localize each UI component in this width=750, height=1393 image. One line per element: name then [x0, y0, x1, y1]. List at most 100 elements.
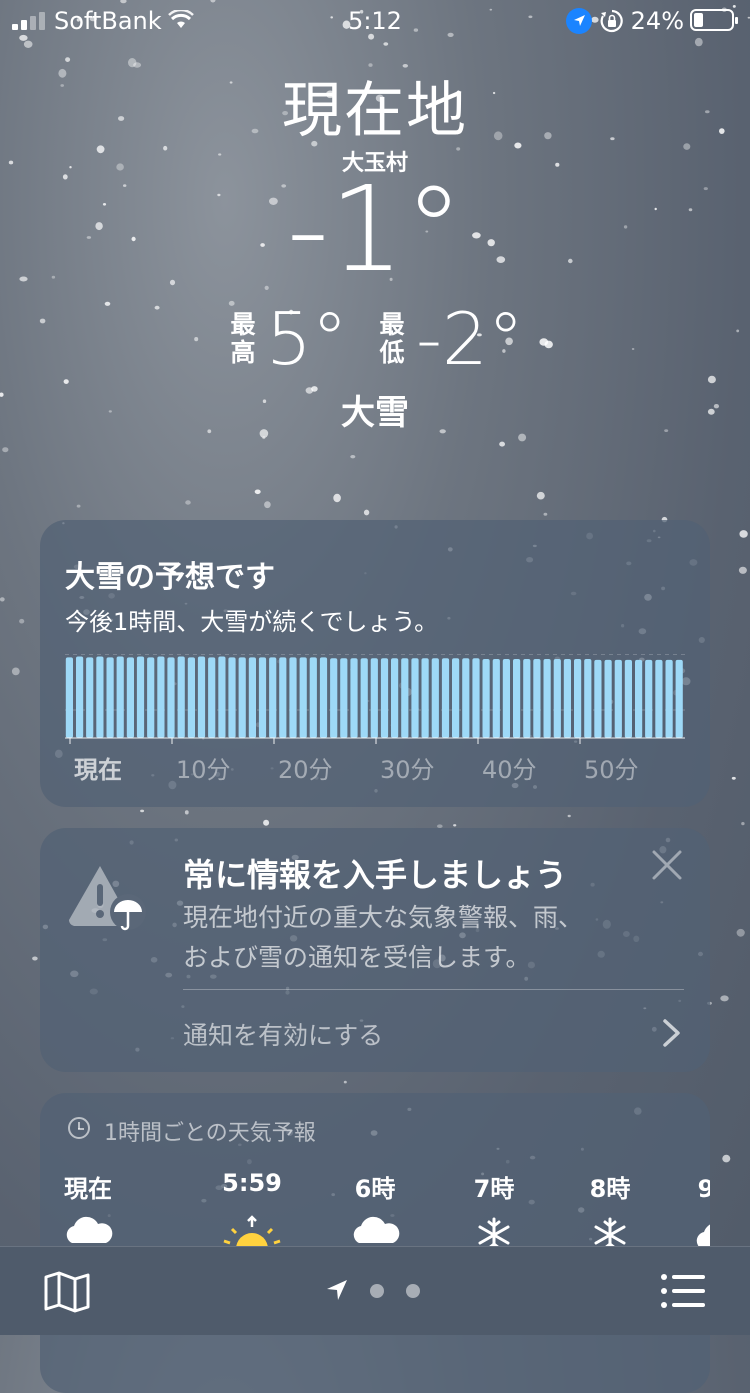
page-dot-1[interactable]	[370, 1284, 384, 1298]
precip-bar	[116, 656, 124, 738]
precip-bar	[401, 658, 409, 738]
hourly-item: 7時	[473, 1175, 515, 1203]
notify-body-line2: および雪の通知を受信します。	[183, 943, 531, 972]
chart-x-label: 現在	[74, 756, 122, 784]
precip-bar	[421, 658, 429, 738]
notify-body-line1: 現在地付近の重大な気象警報、雨、	[183, 903, 584, 932]
precipitation-card[interactable]: 大雪の予想です 今後1時間、大雪が続くでしょう。 現在 10分 20分 30分 40分 5…	[40, 520, 710, 807]
current-temperature: -1°	[286, 160, 464, 298]
precip-bar	[553, 659, 561, 738]
precip-bar	[635, 659, 643, 738]
precip-bar	[218, 656, 226, 738]
condition: 大雪	[341, 393, 409, 433]
precip-bar	[208, 657, 216, 738]
precip-bar	[147, 657, 155, 738]
precip-bar	[594, 659, 602, 738]
location-services-icon	[566, 8, 592, 34]
map-icon[interactable]	[44, 1271, 90, 1313]
divider	[183, 989, 684, 990]
precip-bar	[360, 658, 368, 738]
clock-icon	[68, 1117, 90, 1139]
notify-body: 現在地付近の重大な気象警報、雨、 および雪の通知を受信します。	[183, 898, 643, 978]
location-arrow-icon[interactable]	[326, 1279, 348, 1301]
precip-bar	[462, 658, 470, 738]
precip-bar	[380, 658, 389, 738]
precip-bar	[391, 658, 399, 738]
high-temp: 5°	[266, 297, 348, 381]
precip-bar	[197, 656, 206, 738]
precip-bar	[157, 656, 165, 738]
precip-bar	[177, 656, 185, 738]
precip-bar	[584, 659, 592, 738]
precip-bar	[76, 656, 84, 738]
status-bar: SoftBank 5:12 24%	[0, 0, 750, 40]
list-icon[interactable]	[660, 1273, 706, 1309]
precip-bar	[330, 658, 338, 738]
precip-bar	[411, 658, 419, 738]
precip-title: 大雪の予想です	[65, 560, 275, 595]
precip-bar	[624, 659, 632, 738]
precip-bar	[106, 657, 114, 738]
precip-bar	[441, 658, 450, 738]
precip-subtitle: 今後1時間、大雪が続くでしょう。	[65, 608, 439, 636]
hourly-title: 1時間ごとの天気予報	[104, 1121, 316, 1146]
notification-card: 常に情報を入手しましょう 現在地付近の重大な気象警報、雨、 および雪の通知を受信…	[40, 828, 710, 1072]
precip-bar	[431, 658, 439, 738]
notify-title: 常に情報を入手しましょう	[183, 856, 568, 894]
precip-bar	[370, 658, 378, 738]
precip-bar	[340, 658, 348, 738]
location-title: 現在地	[282, 76, 468, 146]
chart-x-label: 30分	[380, 756, 435, 784]
precip-bar	[543, 659, 551, 738]
precip-bar	[563, 659, 571, 738]
precip-bar	[645, 659, 653, 738]
chart-x-label: 20分	[278, 756, 333, 784]
precip-bar	[574, 659, 582, 738]
precip-bar	[258, 657, 267, 738]
precip-bar	[65, 657, 73, 738]
hourly-item: 現在	[64, 1175, 112, 1203]
precip-bar	[665, 659, 673, 738]
precip-bar	[167, 657, 175, 738]
battery-percent: 24%	[630, 7, 684, 35]
warning-umbrella-icon	[68, 866, 146, 931]
hourly-forecast-card[interactable]: 1時間ごとの天気予報 現在***5:596時***7時8時9時	[40, 1093, 710, 1393]
precip-bar	[289, 657, 297, 738]
enable-notifications-link[interactable]: 通知を有効にする	[183, 1016, 383, 1052]
precip-bar	[96, 656, 104, 738]
precip-bar	[655, 659, 663, 738]
precip-bar	[319, 657, 328, 738]
precip-bar	[614, 659, 622, 738]
precip-bar	[482, 659, 490, 738]
precip-bar	[269, 657, 277, 738]
low-temp: -2°	[416, 297, 524, 381]
precip-bar	[350, 658, 358, 738]
hourly-item: 9時	[697, 1175, 710, 1203]
chevron-right-icon[interactable]	[660, 1018, 684, 1048]
bottom-toolbar	[0, 1246, 750, 1335]
precip-bar	[533, 659, 541, 738]
precip-bar	[502, 659, 510, 738]
precipitation-chart: 現在 10分 20分 30分 40分 50分	[65, 654, 685, 784]
precip-bar	[452, 658, 460, 738]
precip-bar	[248, 657, 256, 738]
close-icon[interactable]	[650, 848, 684, 882]
high-label: 最高	[230, 310, 256, 367]
precip-bar	[492, 659, 500, 738]
precip-bar	[299, 657, 307, 738]
precip-bar	[238, 657, 246, 738]
precip-bar	[228, 657, 236, 738]
page-dot-2[interactable]	[406, 1284, 420, 1298]
chart-x-label: 40分	[482, 756, 537, 784]
precip-bar	[187, 657, 195, 738]
hourly-item: 5:59	[222, 1169, 282, 1197]
chart-x-label: 50分	[584, 756, 639, 784]
precip-bar	[309, 657, 317, 738]
precip-bar	[513, 659, 521, 738]
rotation-lock-icon	[600, 9, 623, 33]
precip-bar	[675, 659, 683, 738]
low-label: 最低	[379, 310, 405, 367]
chart-x-label: 10分	[176, 756, 231, 784]
precip-bar	[136, 656, 145, 738]
precip-bar	[604, 659, 612, 738]
